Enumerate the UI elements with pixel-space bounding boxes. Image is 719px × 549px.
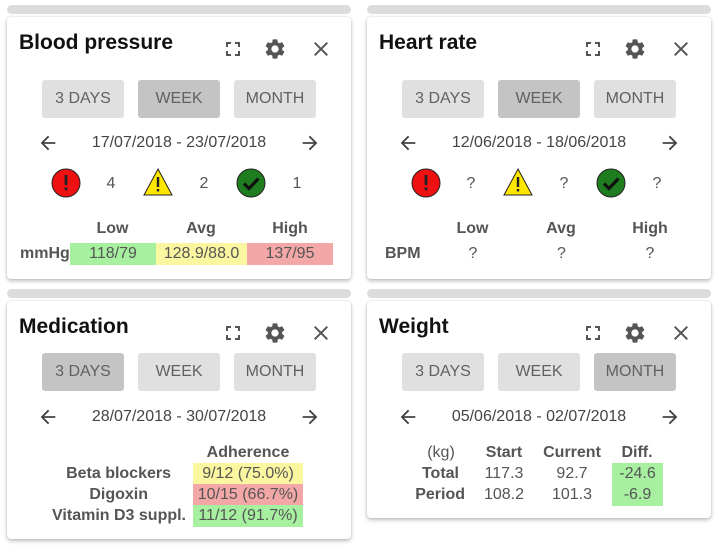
arrow-right-icon[interactable] <box>299 406 321 428</box>
card-drag-handle[interactable] <box>367 289 711 298</box>
card-drag-handle[interactable] <box>7 289 351 298</box>
range-month-button[interactable]: MONTH <box>594 80 676 118</box>
range-month-button[interactable]: MONTH <box>234 353 316 391</box>
medication-name: Beta blockers <box>66 465 171 482</box>
medication-name: Vitamin D3 suppl. <box>52 507 186 524</box>
check-circle-icon <box>596 168 626 198</box>
close-icon[interactable] <box>309 37 333 61</box>
high-value: ? <box>645 245 655 262</box>
alert-circle-icon <box>51 168 81 198</box>
fullscreen-icon[interactable] <box>221 37 245 61</box>
column-header-avg: Avg <box>546 220 576 237</box>
card-drag-handle[interactable] <box>367 5 711 14</box>
close-icon[interactable] <box>669 37 693 61</box>
unit-label: mmHg <box>20 245 70 262</box>
fullscreen-icon[interactable] <box>581 321 605 345</box>
avg-value: 128.9/88.0 <box>156 243 247 265</box>
close-icon[interactable] <box>669 321 693 345</box>
adherence-header: Adherence <box>206 444 290 461</box>
row-label-period: Period <box>415 486 465 503</box>
range-week-button[interactable]: WEEK <box>138 353 220 391</box>
range-week-button[interactable]: WEEK <box>498 80 580 118</box>
gear-icon[interactable] <box>623 321 647 345</box>
high-value: 137/95 <box>247 243 333 265</box>
medication-name: Digoxin <box>89 486 148 503</box>
column-header-avg: Avg <box>186 220 216 237</box>
card-title: Blood pressure <box>19 31 174 54</box>
low-value: 118/79 <box>70 243 156 265</box>
card-title: Weight <box>379 315 449 338</box>
card-title: Medication <box>19 315 129 338</box>
diff-value: -24.6 <box>612 463 663 485</box>
medication-card: Medication 3 DAYS WEEK MONTH 28/07/2018 … <box>7 301 351 539</box>
start-value: 108.2 <box>483 486 525 503</box>
column-header-high: High <box>272 220 308 237</box>
gear-icon[interactable] <box>623 37 647 61</box>
range-month-button[interactable]: MONTH <box>234 80 316 118</box>
blood-pressure-card: Blood pressure 3 DAYS WEEK MONTH 17/07/2… <box>7 17 351 279</box>
low-value: ? <box>468 245 478 262</box>
heart-rate-card: Heart rate 3 DAYS WEEK MONTH 12/06/2018 … <box>367 17 711 279</box>
arrow-right-icon[interactable] <box>659 406 681 428</box>
alert-count: 4 <box>106 175 116 192</box>
range-3-days-button[interactable]: 3 DAYS <box>402 353 484 391</box>
start-value: 117.3 <box>484 465 524 482</box>
column-header-high: High <box>632 220 668 237</box>
alert-count: ? <box>466 175 476 192</box>
warning-count: ? <box>559 175 569 192</box>
row-label-total: Total <box>421 465 459 482</box>
column-header-low: Low <box>456 220 489 237</box>
adherence-value: 9/12 (75.0%) <box>193 463 303 485</box>
gear-icon[interactable] <box>263 321 287 345</box>
fullscreen-icon[interactable] <box>221 321 245 345</box>
check-circle-icon <box>236 168 266 198</box>
current-value: 92.7 <box>556 465 588 482</box>
warning-triangle-icon <box>503 167 533 197</box>
column-header-low: Low <box>96 220 129 237</box>
adherence-value: 10/15 (66.7%) <box>193 484 303 506</box>
warning-count: 2 <box>199 175 209 192</box>
range-week-button[interactable]: WEEK <box>138 80 220 118</box>
adherence-value: 11/12 (91.7%) <box>193 505 303 527</box>
column-header-start: Start <box>485 444 523 461</box>
range-3-days-button[interactable]: 3 DAYS <box>42 80 124 118</box>
close-icon[interactable] <box>309 321 333 345</box>
range-week-button[interactable]: WEEK <box>498 353 580 391</box>
weight-card: Weight 3 DAYS WEEK MONTH 05/06/2018 - 02… <box>367 301 711 518</box>
arrow-right-icon[interactable] <box>299 132 321 154</box>
diff-value: -6.9 <box>612 484 663 506</box>
current-value: 101.3 <box>551 486 593 503</box>
ok-count: 1 <box>292 175 302 192</box>
column-header-current: Current <box>543 444 601 461</box>
card-title: Heart rate <box>379 31 478 54</box>
card-drag-handle[interactable] <box>7 5 351 14</box>
ok-count: ? <box>652 175 662 192</box>
range-month-button[interactable]: MONTH <box>594 353 676 391</box>
warning-triangle-icon <box>143 167 173 197</box>
range-3-days-button[interactable]: 3 DAYS <box>42 353 124 391</box>
alert-circle-icon <box>411 168 441 198</box>
unit-label: BPM <box>385 245 421 262</box>
arrow-right-icon[interactable] <box>659 132 681 154</box>
unit-label: (kg) <box>427 444 455 461</box>
range-3-days-button[interactable]: 3 DAYS <box>402 80 484 118</box>
column-header-diff: Diff. <box>621 444 653 461</box>
avg-value: ? <box>557 245 566 262</box>
gear-icon[interactable] <box>263 37 287 61</box>
fullscreen-icon[interactable] <box>581 37 605 61</box>
